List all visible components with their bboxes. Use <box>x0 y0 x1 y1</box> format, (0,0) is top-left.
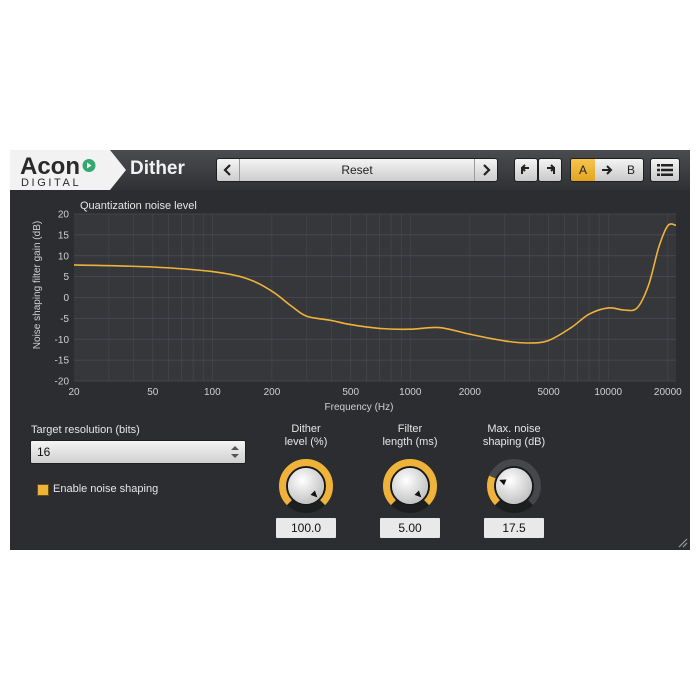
ab-compare-group: A B <box>570 158 644 182</box>
dither-level-label-line2: level (%) <box>284 436 328 448</box>
redo-icon <box>547 164 555 174</box>
updown-arrows-icon <box>231 446 239 458</box>
x-tick-label: 5000 <box>538 387 561 398</box>
y-axis-label: Noise shaping filter gain (dB) <box>32 221 43 349</box>
max-noise-shaping-label-line1: Max. noise <box>487 423 541 435</box>
y-tick-label: -5 <box>60 314 69 325</box>
undo-icon <box>521 164 529 174</box>
enable-noise-shaping-checkbox[interactable] <box>37 484 49 496</box>
y-tick-label: 15 <box>58 230 70 241</box>
x-axis-label: Frequency (Hz) <box>325 402 394 413</box>
max-noise-shaping-value[interactable]: 17.5 <box>484 518 544 538</box>
x-tick-label: 2000 <box>459 387 482 398</box>
dither-level-value[interactable]: 100.0 <box>276 518 336 538</box>
preset-name[interactable]: Reset <box>241 159 473 181</box>
max-noise-shaping-knob[interactable] <box>484 456 544 516</box>
preset-b-button[interactable]: B <box>619 159 643 181</box>
copy-a-to-b-button[interactable] <box>595 159 619 181</box>
next-preset-button[interactable] <box>474 159 497 181</box>
arrow-right-icon <box>602 165 613 175</box>
menu-icon <box>657 164 673 176</box>
header-bar: Acon DIGITAL Dither Reset A B <box>10 150 690 190</box>
x-tick-label: 500 <box>342 387 359 398</box>
knob-cap <box>391 467 429 505</box>
x-tick-label: 20000 <box>654 387 682 398</box>
x-axis-ticks: 20 50 100 200 500 1000 2000 5000 10000 20000 <box>68 387 682 398</box>
y-tick-label: -20 <box>55 377 70 388</box>
target-resolution-select[interactable]: 16 <box>30 440 246 464</box>
filter-length-label: Filter length (ms) <box>380 423 440 449</box>
x-tick-label: 200 <box>264 387 281 398</box>
filter-length-value[interactable]: 5.00 <box>380 518 440 538</box>
previous-preset-button[interactable] <box>217 159 240 181</box>
chart-title: Quantization noise level <box>80 200 197 212</box>
undo-button[interactable] <box>514 158 538 182</box>
dither-level-knob[interactable] <box>276 456 336 516</box>
resize-grip-icon[interactable] <box>676 536 688 548</box>
max-noise-shaping-label: Max. noise shaping (dB) <box>478 423 550 449</box>
plugin-title: Dither <box>130 158 185 179</box>
filter-length-label-line2: length (ms) <box>382 436 438 448</box>
noise-shaping-graph: 20151050-5-10-15-20 20 50 100 200 500 1000 200… <box>32 200 682 413</box>
dither-level-label: Dither level (%) <box>276 423 336 449</box>
y-tick-label: 10 <box>58 251 70 262</box>
x-tick-label: 20 <box>68 387 80 398</box>
y-tick-label: 5 <box>63 272 69 283</box>
y-tick-label: -10 <box>55 335 70 346</box>
logo-text-top: Acon <box>20 153 80 180</box>
preset-selector[interactable]: Reset <box>216 158 498 182</box>
filter-length-label-line1: Filter <box>397 423 423 435</box>
dither-level-label-line1: Dither <box>291 423 321 435</box>
max-noise-shaping-label-line2: shaping (dB) <box>482 436 546 448</box>
y-tick-label: 0 <box>63 293 69 304</box>
filter-length-knob[interactable] <box>380 456 440 516</box>
acon-digital-logo: Acon DIGITAL <box>10 150 130 190</box>
x-tick-label: 100 <box>204 387 221 398</box>
dither-plugin-window: Acon DIGITAL Dither Reset A B 20 15 10 5… <box>10 150 690 550</box>
x-tick-label: 50 <box>147 387 159 398</box>
y-tick-label: 20 <box>58 210 70 221</box>
preset-a-button[interactable]: A <box>571 159 595 181</box>
redo-button[interactable] <box>538 158 562 182</box>
y-axis-ticks: 20 15 10 5 0 -5 -10 -15 -20 <box>55 210 70 388</box>
logo-text-bottom: DIGITAL <box>21 177 81 189</box>
knob-cap <box>287 467 325 505</box>
chevron-right-icon <box>483 164 491 176</box>
target-resolution-label: Target resolution (bits) <box>31 424 140 436</box>
target-resolution-value: 16 <box>37 445 51 459</box>
x-tick-label: 1000 <box>399 387 422 398</box>
knob-cap <box>495 467 533 505</box>
x-tick-label: 10000 <box>594 387 622 398</box>
y-tick-label: -15 <box>55 356 70 367</box>
enable-noise-shaping-label: Enable noise shaping <box>53 483 159 495</box>
main-menu-button[interactable] <box>650 158 680 182</box>
chevron-left-icon <box>223 164 231 176</box>
